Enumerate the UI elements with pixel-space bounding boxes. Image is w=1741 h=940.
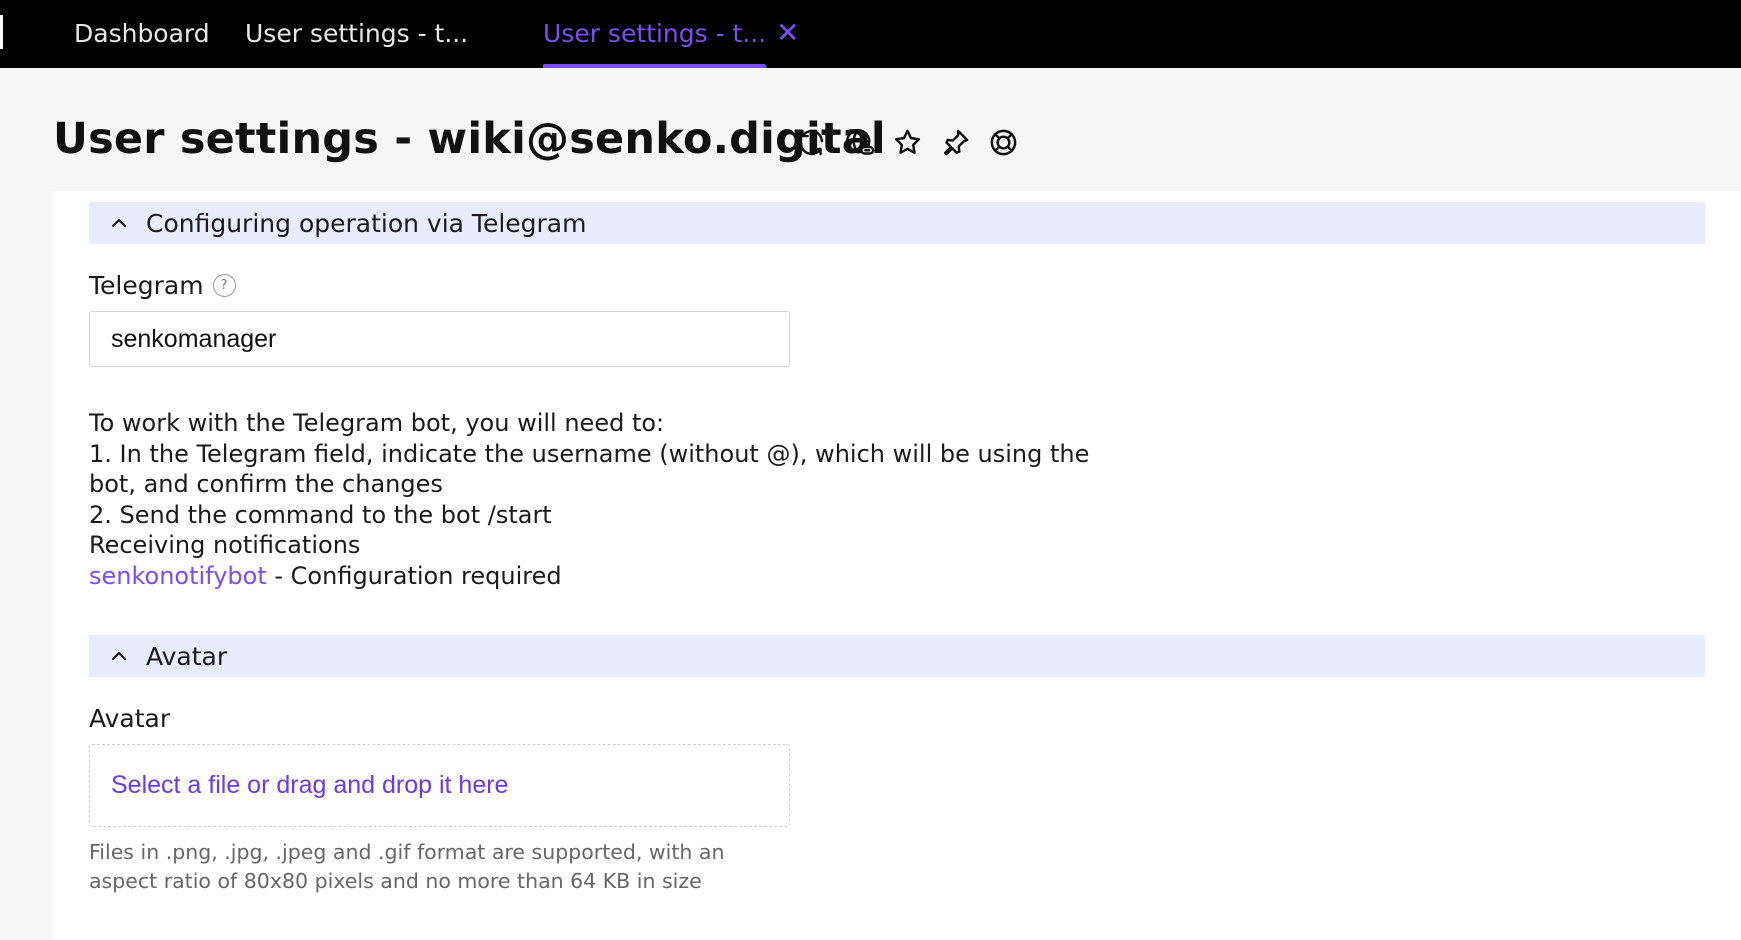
section-title: Configuring operation via Telegram (146, 208, 587, 238)
lifebuoy-icon[interactable] (987, 126, 1020, 159)
top-tab-bar: Dashboard User settings - t... User sett… (0, 0, 1741, 68)
instruction-line: bot, and confirm the changes (89, 470, 443, 499)
globe-link-icon[interactable] (843, 126, 876, 159)
star-icon[interactable] (891, 126, 924, 159)
pin-icon[interactable] (939, 126, 972, 159)
instruction-line: To work with the Telegram bot, you will … (89, 409, 665, 437)
telegram-input[interactable] (89, 311, 790, 367)
tab-dashboard[interactable]: Dashboard (74, 0, 210, 68)
section-header-avatar[interactable]: Avatar (89, 635, 1705, 677)
chevron-up-icon (109, 646, 129, 666)
page-title: User settings - wiki@senko.digital (53, 114, 886, 164)
tab-user-settings-active[interactable]: User settings - t... (543, 0, 767, 68)
tab-bar-edge (0, 15, 3, 49)
telegram-instructions: To work with the Telegram bot, you will … (89, 408, 1189, 592)
dropzone-text: Select a file or drag and drop it here (111, 771, 509, 799)
bot-status-line: senkonotifybot - Configuration required (89, 561, 1189, 592)
avatar-dropzone[interactable]: Select a file or drag and drop it here (89, 744, 790, 827)
close-tab-icon[interactable]: ✕ (776, 0, 799, 68)
active-tab-underline (543, 64, 767, 68)
chevron-up-icon (109, 213, 129, 233)
avatar-field-label: Avatar (89, 704, 171, 733)
instruction-line: Receiving notifications (89, 531, 361, 560)
instruction-line: 1. In the Telegram field, indicate the u… (89, 439, 1090, 468)
avatar-file-hint: Files in .png, .jpg, .jpeg and .gif form… (89, 838, 789, 896)
instruction-line: 2. Send the command to the bot /start (89, 500, 552, 529)
hint-line: Files in .png, .jpg, .jpeg and .gif form… (89, 840, 725, 864)
tab-label: User settings - t... (543, 19, 767, 48)
field-label-text: Telegram (89, 271, 204, 300)
section-title: Avatar (146, 641, 228, 671)
refresh-icon[interactable] (795, 126, 828, 159)
bot-link[interactable]: senkonotifybot (89, 562, 267, 590)
hint-line: aspect ratio of 80x80 pixels and no more… (89, 869, 702, 893)
bot-status: - Configuration required (266, 561, 562, 590)
title-actions (795, 126, 1020, 159)
tab-user-settings-1[interactable]: User settings - t... (245, 0, 468, 68)
section-header-telegram[interactable]: Configuring operation via Telegram (89, 202, 1705, 244)
settings-panel: Configuring operation via Telegram Teleg… (53, 191, 1741, 940)
help-icon[interactable]: ? (212, 274, 236, 297)
telegram-field-label: Telegram ? (89, 271, 236, 300)
